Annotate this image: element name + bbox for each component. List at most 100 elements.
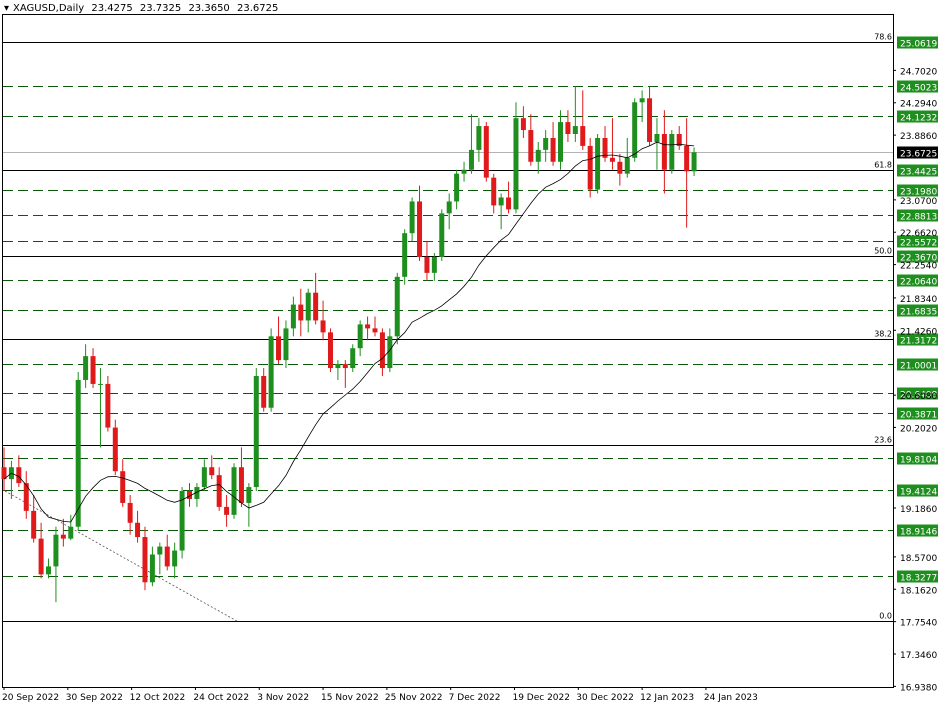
candle-body [305, 292, 311, 321]
price-tick-label: 18.5700 [900, 554, 937, 564]
candle-body [231, 467, 237, 515]
candle-body [424, 256, 430, 273]
candle-body [224, 506, 230, 515]
price-tick-label: 16.9380 [900, 683, 937, 693]
date-tick-label: 12 Oct 2022 [130, 693, 186, 703]
price-tick-label: 23.0700 [900, 197, 937, 207]
candle-body [506, 197, 512, 210]
candle-body [313, 292, 319, 321]
candle-body [379, 332, 385, 369]
candle-body [691, 152, 697, 172]
candle-body [520, 118, 526, 131]
level-label: 21.6835 [900, 308, 937, 318]
price-tick-label: 18.1620 [900, 586, 937, 596]
candle-body [135, 522, 141, 538]
candle-body [498, 197, 504, 206]
candle-body [90, 356, 96, 384]
candle-body [654, 134, 660, 142]
candle-body [595, 137, 601, 190]
dashed-levels [3, 42, 893, 577]
candle-body [350, 348, 356, 369]
date-tick-label: 7 Dec 2022 [449, 693, 501, 703]
moving-average [3, 141, 695, 523]
fibonacci-label: 0.0 [879, 612, 892, 621]
candle-body [276, 336, 282, 361]
date-tick-label: 24 Oct 2022 [193, 693, 249, 703]
date-tick-label: 3 Nov 2022 [257, 693, 309, 703]
candle-body [75, 379, 81, 527]
candle-body [647, 98, 653, 142]
candle-body [409, 201, 415, 234]
candle-body [461, 169, 467, 174]
candles [1, 86, 697, 603]
candle-body [127, 502, 133, 523]
candle-body [669, 134, 675, 170]
candle-body [16, 467, 22, 484]
price-tick-label: 21.8340 [900, 295, 937, 305]
price-chart[interactable]: 78.6 61.8 50.0 38.2 23.6 0.0 25.0619 24.5023 24… [0, 0, 942, 708]
level-label: 18.9146 [900, 528, 937, 538]
candle-body [298, 304, 304, 321]
candle-body [357, 324, 363, 349]
candle-body [246, 487, 252, 503]
candle-body [68, 526, 74, 539]
candle-body [684, 145, 690, 172]
price-tick-label: 21.4260 [900, 327, 937, 337]
candle-body [105, 383, 111, 428]
candle-body [632, 102, 638, 158]
price-tick-label: 20.6080 [900, 392, 937, 402]
candle-body [209, 467, 215, 476]
date-tick-label: 24 Jan 2023 [704, 693, 758, 703]
candle-body [446, 201, 452, 214]
price-tick-label: 19.1860 [900, 505, 937, 515]
candle-body [572, 126, 578, 135]
date-axis: 20 Sep 2022 30 Sep 2022 12 Oct 2022 24 Oct … [2, 687, 758, 703]
price-tick-label: 17.3460 [900, 651, 937, 661]
level-label: 22.0640 [900, 278, 937, 288]
candle-body [283, 328, 289, 361]
price-tick-label: 24.2940 [900, 100, 937, 110]
candle-body [417, 201, 423, 257]
price-tick-label: 17.7540 [900, 619, 937, 629]
candle-body [558, 122, 563, 162]
candle-body [609, 157, 615, 162]
candle-body [172, 550, 178, 567]
candle-body [31, 510, 37, 539]
price-tick-label: 20.2020 [900, 424, 937, 434]
current-price-label: 23.6725 [900, 150, 937, 160]
candle-body [365, 324, 371, 329]
candle-body [60, 534, 66, 539]
candle-body [528, 130, 534, 162]
candle-body [261, 375, 267, 408]
plot-frame [2, 14, 894, 688]
candle-body [550, 137, 556, 162]
candle-body [112, 427, 118, 472]
fibonacci-label: 50.0 [874, 247, 892, 256]
candle-body [402, 233, 408, 277]
candle-body [468, 149, 474, 170]
level-label: 20.3871 [900, 411, 937, 421]
price-tick-label: 24.7020 [900, 67, 937, 77]
level-label: 24.5023 [900, 84, 937, 94]
price-tick-label: 22.2540 [900, 262, 937, 272]
candle-body [602, 137, 608, 158]
candle-body [543, 137, 549, 150]
date-tick-label: 19 Dec 2022 [512, 693, 570, 703]
date-tick-label: 30 Dec 2022 [576, 693, 634, 703]
candle-body [513, 118, 519, 210]
candle-body [580, 126, 586, 146]
candle-body [454, 173, 460, 202]
candle-body [320, 320, 326, 333]
level-label: 19.8104 [900, 456, 937, 466]
candle-body [335, 364, 341, 369]
level-label: 21.3172 [900, 337, 937, 347]
candle-body [394, 276, 400, 337]
candle-body [476, 126, 482, 150]
candle-body [535, 149, 541, 162]
level-label: 24.1232 [900, 114, 937, 124]
price-tick-label: 22.6620 [900, 229, 937, 239]
candle-body [491, 177, 497, 206]
date-tick-label: 20 Sep 2022 [2, 693, 59, 703]
moving-average-line [3, 141, 695, 523]
candle-body [238, 467, 244, 503]
